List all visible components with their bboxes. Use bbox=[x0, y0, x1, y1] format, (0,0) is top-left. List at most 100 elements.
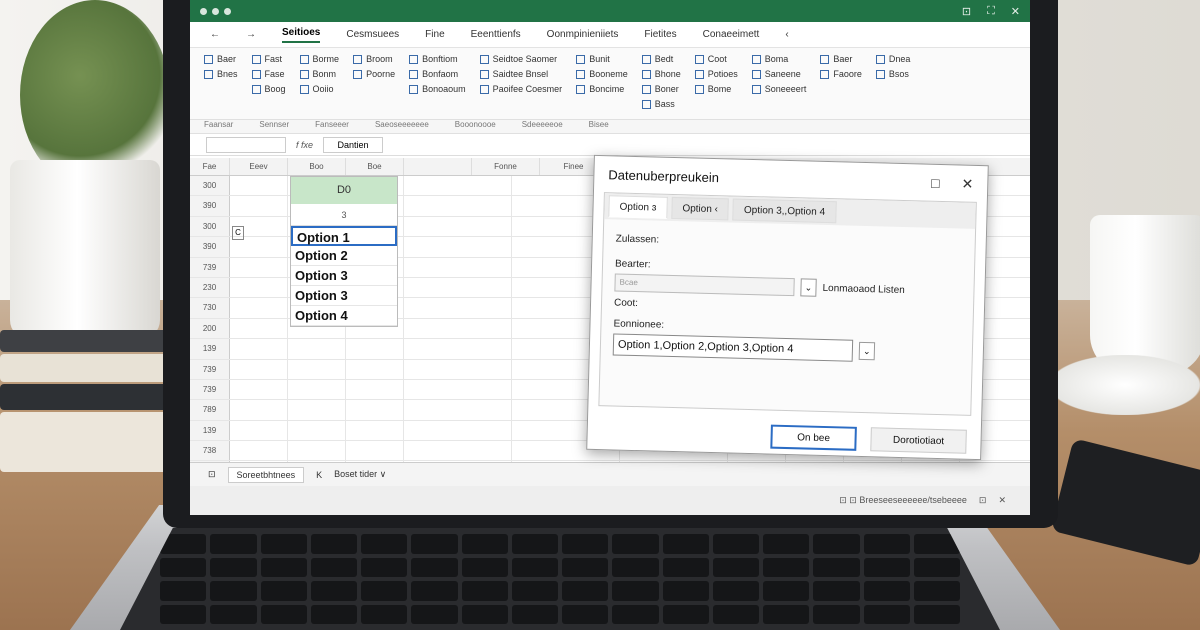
grid-cell[interactable] bbox=[404, 379, 512, 400]
ok-button[interactable]: On bee bbox=[770, 424, 857, 451]
grid-cell[interactable] bbox=[404, 359, 512, 379]
sheet-close-icon[interactable]: K bbox=[316, 470, 322, 480]
ignore-blank-label[interactable]: Lonmaoaod Listen bbox=[822, 282, 905, 295]
grid-cell[interactable] bbox=[288, 400, 346, 420]
ribbon-button[interactable]: Bnes bbox=[204, 69, 238, 79]
criteria-select[interactable]: Bcae bbox=[614, 273, 795, 297]
menu-tab[interactable]: Oonmpinieniiets bbox=[547, 29, 619, 40]
dropdown-option[interactable]: Option 3 bbox=[291, 286, 397, 306]
row-header[interactable]: 730 bbox=[190, 298, 230, 318]
grid-cell[interactable] bbox=[404, 176, 512, 196]
ribbon-button[interactable]: Booneme bbox=[576, 69, 628, 79]
grid-cell[interactable] bbox=[346, 420, 404, 441]
fx-icon[interactable]: f fxe bbox=[296, 140, 313, 150]
dialog-tab[interactable]: Option ɜ bbox=[608, 195, 668, 219]
ribbon-button[interactable]: Baer bbox=[204, 54, 238, 64]
chevron-down-icon[interactable]: ⌄ bbox=[858, 341, 876, 361]
grid-cell[interactable] bbox=[404, 318, 512, 339]
ribbon-button[interactable]: Bedt bbox=[641, 54, 681, 64]
maximize-icon[interactable]: ⛶ bbox=[987, 5, 995, 18]
ribbon-button[interactable]: Dnea bbox=[875, 54, 910, 64]
row-header[interactable]: 789 bbox=[190, 400, 230, 420]
dropdown-option[interactable]: Option 1 bbox=[291, 226, 397, 246]
grid-cell[interactable] bbox=[404, 441, 512, 461]
ribbon-button[interactable]: Fase bbox=[251, 69, 286, 79]
grid-cell[interactable] bbox=[230, 339, 288, 359]
window-dot[interactable] bbox=[200, 7, 207, 15]
ribbon-button[interactable]: Ooiio bbox=[299, 84, 340, 94]
menu-tab[interactable]: Fietites bbox=[644, 29, 676, 40]
name-box[interactable] bbox=[206, 136, 286, 153]
column-header[interactable]: Fonne bbox=[472, 158, 540, 175]
cell-header-value[interactable]: D0 bbox=[291, 177, 397, 204]
row-header[interactable]: 300 bbox=[190, 216, 230, 237]
menu-tab[interactable]: Eeenttienfs bbox=[471, 29, 521, 40]
status-close-icon[interactable]: ✕ bbox=[998, 495, 1006, 506]
ribbon-button[interactable]: Boner bbox=[641, 84, 681, 94]
grid-cell[interactable] bbox=[230, 420, 288, 441]
ribbon-button[interactable]: Bonm bbox=[299, 69, 340, 79]
dialog-tab[interactable]: Option ‹ bbox=[671, 196, 730, 221]
row-header[interactable]: 230 bbox=[190, 277, 230, 298]
column-header[interactable] bbox=[404, 158, 472, 175]
grid-cell[interactable] bbox=[230, 359, 288, 379]
grid-cell[interactable] bbox=[230, 176, 288, 196]
row-header[interactable]: 390 bbox=[190, 237, 230, 257]
menu-tab[interactable]: Cesmsuees bbox=[346, 29, 399, 40]
grid-cell[interactable] bbox=[346, 339, 404, 359]
forward-icon[interactable]: → bbox=[246, 29, 256, 40]
menu-tab[interactable]: Conaeeimett bbox=[703, 29, 760, 40]
grid-cell[interactable] bbox=[230, 379, 288, 400]
grid-cell[interactable] bbox=[404, 216, 512, 237]
close-icon[interactable]: ✕ bbox=[961, 175, 973, 192]
grid-cell[interactable] bbox=[230, 257, 288, 277]
back-icon[interactable]: ← bbox=[210, 29, 220, 40]
grid-cell[interactable] bbox=[288, 379, 346, 400]
row-header[interactable]: 739 bbox=[190, 257, 230, 277]
sheet-icon[interactable]: ⊡ bbox=[208, 469, 216, 480]
sheet-tab[interactable]: Soreetbhtnees bbox=[227, 466, 305, 483]
grid-cell[interactable] bbox=[404, 400, 512, 420]
grid-cell[interactable] bbox=[288, 441, 346, 461]
ribbon-button[interactable]: Boog bbox=[251, 84, 286, 94]
minimize-icon[interactable]: □ bbox=[931, 174, 940, 191]
column-header[interactable]: Boe bbox=[346, 158, 404, 175]
row-header[interactable]: 390 bbox=[190, 196, 230, 216]
cancel-button[interactable]: Dorotiotiaot bbox=[870, 427, 967, 454]
grid-cell[interactable] bbox=[230, 237, 288, 257]
ribbon-button[interactable]: Potioes bbox=[694, 69, 738, 79]
ribbon-button[interactable]: Saneene bbox=[751, 69, 807, 79]
ribbon-button[interactable]: Saidtee Bnsel bbox=[479, 69, 563, 79]
ribbon-button[interactable]: Bunit bbox=[576, 54, 628, 64]
row-header[interactable]: 300 bbox=[190, 176, 230, 196]
formula-input[interactable]: Dantien bbox=[323, 136, 384, 153]
grid-cell[interactable] bbox=[404, 298, 512, 318]
ribbon-button[interactable]: Bonoaoum bbox=[409, 84, 466, 94]
window-dot[interactable] bbox=[212, 7, 219, 15]
row-header[interactable]: 139 bbox=[190, 339, 230, 359]
ribbon-button[interactable]: Borme bbox=[299, 54, 339, 64]
dropdown-option[interactable]: Option 4 bbox=[291, 306, 397, 326]
ribbon-button[interactable]: Bhone bbox=[641, 69, 681, 79]
grid-cell[interactable] bbox=[288, 420, 346, 441]
ribbon-button[interactable]: Bass bbox=[641, 99, 681, 109]
column-header[interactable]: Boo bbox=[288, 158, 346, 175]
menu-tab[interactable]: Fine bbox=[425, 29, 444, 40]
grid-cell[interactable] bbox=[230, 277, 288, 298]
restore-icon[interactable]: ⊡ bbox=[962, 5, 971, 18]
grid-cell[interactable] bbox=[230, 400, 288, 420]
ribbon-button[interactable]: Bonfaom bbox=[409, 69, 466, 79]
ribbon-button[interactable]: Bonftiom bbox=[409, 54, 466, 64]
grid-cell[interactable] bbox=[404, 420, 512, 441]
menu-tab[interactable]: Seitioes bbox=[282, 27, 321, 43]
status-view-icon[interactable]: ⊡ bbox=[979, 495, 987, 506]
grid-cell[interactable] bbox=[230, 196, 288, 216]
column-header[interactable]: Fae bbox=[190, 158, 230, 175]
grid-cell[interactable] bbox=[346, 441, 404, 461]
sheet-tab[interactable]: Boset tider ∨ bbox=[334, 469, 386, 480]
grid-cell[interactable] bbox=[346, 379, 404, 400]
grid-cell[interactable] bbox=[404, 237, 512, 257]
row-header[interactable]: 739 bbox=[190, 379, 230, 400]
checkbox-icon[interactable]: C bbox=[232, 226, 244, 240]
ribbon-button[interactable]: Soneeeert bbox=[751, 84, 806, 94]
